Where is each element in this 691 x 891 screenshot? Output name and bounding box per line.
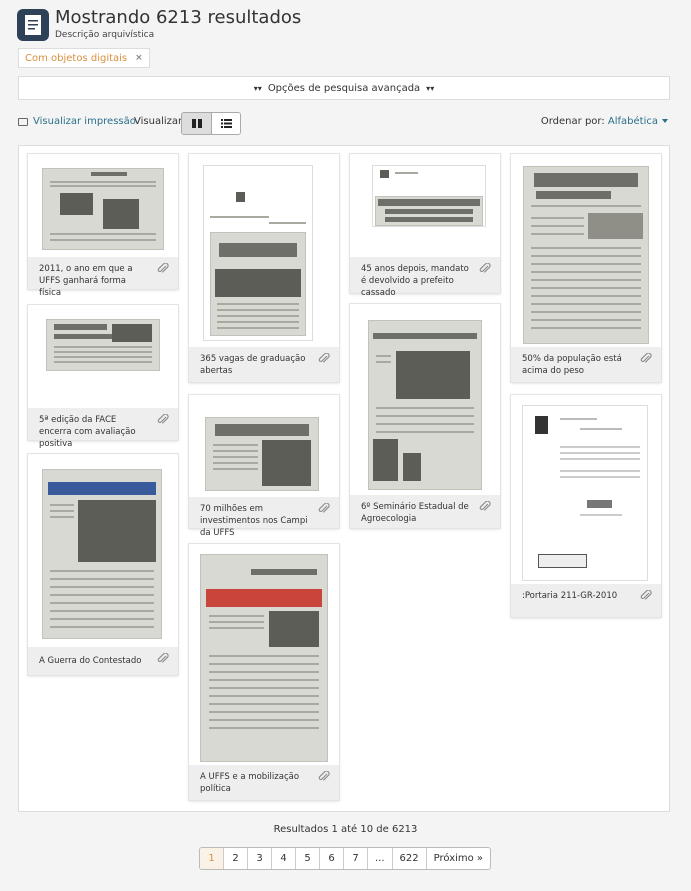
double-chevron-down-icon: ▾▾ bbox=[426, 83, 435, 93]
result-title[interactable]: :Portaria 211-GR-2010 bbox=[522, 591, 617, 601]
result-title[interactable]: 5ª edição da FACE encerra com avaliação … bbox=[39, 415, 136, 449]
results-summary: Resultados 1 até 10 de 6213 bbox=[273, 824, 418, 835]
list-icon bbox=[220, 119, 232, 128]
page-link-7[interactable]: 7 bbox=[344, 848, 368, 869]
page-link-2[interactable]: 2 bbox=[224, 848, 248, 869]
result-title[interactable]: 50% da população está acima do peso bbox=[522, 354, 622, 376]
double-chevron-down-icon: ▾▾ bbox=[253, 83, 262, 93]
paperclip-icon bbox=[640, 353, 652, 363]
result-caption[interactable]: :Portaria 211-GR-2010 bbox=[511, 584, 661, 617]
result-title[interactable]: 70 milhões em investimentos nos Campi da… bbox=[200, 504, 308, 538]
sort-control[interactable]: Ordenar por: Alfabética bbox=[541, 116, 668, 127]
digital-object-thumbnail[interactable] bbox=[28, 154, 178, 257]
print-preview-label: Visualizar impressão bbox=[33, 116, 136, 127]
paperclip-icon bbox=[157, 653, 169, 663]
digital-object-thumbnail[interactable] bbox=[511, 154, 661, 347]
digital-object-thumbnail[interactable] bbox=[28, 454, 178, 647]
page-link-last[interactable]: 622 bbox=[393, 848, 427, 869]
result-card[interactable]: :Portaria 211-GR-2010 bbox=[511, 395, 661, 617]
digital-object-thumbnail[interactable] bbox=[189, 544, 339, 765]
page-link-5[interactable]: 5 bbox=[296, 848, 320, 869]
facet-label: Com objetos digitais bbox=[25, 52, 128, 64]
page-ellipsis: ... bbox=[368, 848, 393, 869]
facet-filter-digital-objects: Com objetos digitais × bbox=[18, 48, 150, 68]
result-title[interactable]: 2011, o ano em que a UFFS ganhará forma … bbox=[39, 264, 133, 298]
page-link-4[interactable]: 4 bbox=[272, 848, 296, 869]
result-card[interactable]: A UFFS e a mobilização política bbox=[189, 544, 339, 800]
remove-facet-icon[interactable]: × bbox=[135, 53, 143, 63]
result-card[interactable]: A Guerra do Contestado bbox=[28, 454, 178, 675]
digital-object-thumbnail[interactable] bbox=[189, 154, 339, 347]
page-link-3[interactable]: 3 bbox=[248, 848, 272, 869]
result-card[interactable]: 2011, o ano em que a UFFS ganhará forma … bbox=[28, 154, 178, 298]
result-title[interactable]: 6º Seminário Estadual de Agroecologia bbox=[361, 502, 469, 524]
paperclip-icon bbox=[640, 590, 652, 600]
result-caption[interactable]: 365 vagas de graduação abertas bbox=[189, 347, 339, 382]
result-card[interactable]: 50% da população está acima do peso bbox=[511, 154, 661, 382]
next-page-button[interactable]: Próximo » bbox=[427, 848, 490, 869]
page-link-1[interactable]: 1 bbox=[200, 848, 224, 869]
sort-label: Ordenar por: bbox=[540, 116, 605, 127]
result-title[interactable]: A UFFS e a mobilização política bbox=[200, 772, 299, 794]
result-card[interactable]: 5ª edição da FACE encerra com avaliação … bbox=[28, 305, 178, 449]
sort-value[interactable]: Alfabética bbox=[608, 116, 658, 127]
paperclip-icon bbox=[157, 414, 169, 424]
result-caption[interactable]: 50% da população está acima do peso bbox=[511, 347, 661, 382]
caret-down-icon bbox=[662, 119, 668, 123]
view-mode-label: Visualizar: bbox=[134, 116, 186, 127]
page-subtitle: Descrição arquivística bbox=[55, 30, 155, 40]
result-title[interactable]: 45 anos depois, mandato é devolvido a pr… bbox=[361, 264, 469, 298]
result-caption[interactable]: 2011, o ano em que a UFFS ganhará forma … bbox=[28, 257, 178, 298]
page-title: Mostrando 6213 resultados bbox=[55, 7, 302, 28]
result-card[interactable]: 70 milhões em investimentos nos Campi da… bbox=[189, 395, 339, 538]
result-caption[interactable]: 6º Seminário Estadual de Agroecologia bbox=[350, 495, 500, 528]
result-card[interactable]: 45 anos depois, mandato é devolvido a pr… bbox=[350, 154, 500, 298]
paperclip-icon bbox=[479, 263, 491, 273]
document-icon bbox=[17, 9, 49, 41]
result-caption[interactable]: 70 milhões em investimentos nos Campi da… bbox=[189, 497, 339, 538]
result-caption[interactable]: 5ª edição da FACE encerra com avaliação … bbox=[28, 408, 178, 449]
digital-object-thumbnail[interactable] bbox=[28, 305, 178, 408]
view-mode-switch bbox=[181, 112, 241, 135]
card-view-button[interactable] bbox=[182, 113, 211, 134]
table-view-button[interactable] bbox=[211, 113, 240, 134]
result-caption[interactable]: A UFFS e a mobilização política bbox=[189, 765, 339, 800]
paperclip-icon bbox=[157, 263, 169, 273]
paperclip-icon bbox=[479, 501, 491, 511]
result-card[interactable]: 6º Seminário Estadual de Agroecologia bbox=[350, 304, 500, 528]
digital-object-thumbnail[interactable] bbox=[189, 395, 339, 497]
paperclip-icon bbox=[318, 353, 330, 363]
page-link-6[interactable]: 6 bbox=[320, 848, 344, 869]
results-panel: 2011, o ano em que a UFFS ganhará forma … bbox=[18, 145, 670, 812]
result-caption[interactable]: A Guerra do Contestado bbox=[28, 647, 178, 675]
grid-icon bbox=[191, 119, 202, 128]
paperclip-icon bbox=[318, 771, 330, 781]
result-caption[interactable]: 45 anos depois, mandato é devolvido a pr… bbox=[350, 257, 500, 298]
result-title[interactable]: A Guerra do Contestado bbox=[39, 656, 141, 666]
print-preview-link[interactable]: Visualizar impressão bbox=[18, 116, 136, 127]
result-card[interactable]: 365 vagas de graduação abertas bbox=[189, 154, 339, 382]
results-toolbar: Visualizar impressão Visualizar: Ordenar… bbox=[18, 112, 670, 135]
digital-object-thumbnail[interactable] bbox=[350, 154, 500, 257]
paperclip-icon bbox=[318, 503, 330, 513]
printer-icon bbox=[18, 117, 28, 126]
digital-object-thumbnail[interactable] bbox=[350, 304, 500, 495]
result-title[interactable]: 365 vagas de graduação abertas bbox=[200, 354, 305, 376]
advanced-search-label: Opções de pesquisa avançada bbox=[267, 82, 421, 94]
digital-object-thumbnail[interactable] bbox=[511, 395, 661, 584]
pagination: 1 2 3 4 5 6 7 ... 622 Próximo » bbox=[199, 847, 492, 870]
advanced-search-toggle[interactable]: ▾▾ Opções de pesquisa avançada ▾▾ bbox=[18, 76, 670, 100]
